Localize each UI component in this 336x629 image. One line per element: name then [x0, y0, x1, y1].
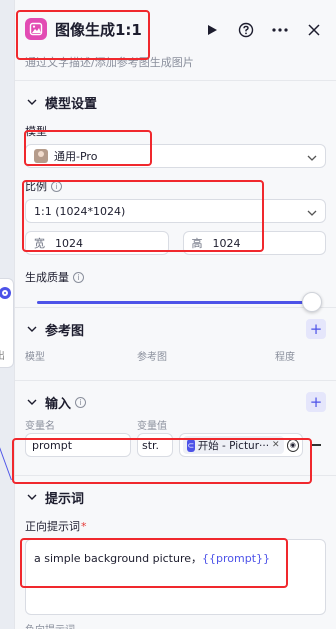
model-settings-header[interactable]: 模型设置: [25, 91, 326, 113]
info-icon[interactable]: i: [73, 271, 84, 283]
ratio-label-row: 比例 i: [25, 178, 326, 194]
section-title: 模型设置: [45, 96, 98, 112]
negative-prompt-label: 负向提示词: [25, 621, 75, 629]
section-title: 提示词: [45, 491, 85, 507]
reference-header[interactable]: 参考图: [25, 318, 326, 340]
page-title[interactable]: 图像生成1:1: [55, 19, 142, 40]
column-header: 变量名: [25, 421, 55, 432]
chevron-down-icon: [307, 151, 317, 164]
add-reference-button[interactable]: +: [306, 319, 326, 339]
canvas-node-fragment[interactable]: 出: [0, 278, 14, 368]
chevron-down-icon[interactable]: [25, 395, 39, 409]
ref-chip[interactable]: ⊂ 开始 - Pictur··· ✕: [183, 436, 284, 454]
info-icon[interactable]: i: [75, 396, 87, 408]
help-icon[interactable]: [236, 20, 256, 40]
width-prefix: 宽: [34, 237, 45, 250]
positive-prompt-label-row: 正向提示词 *: [25, 518, 326, 534]
height-value: 1024: [212, 236, 241, 250]
add-input-button[interactable]: +: [306, 392, 326, 412]
info-icon[interactable]: i: [51, 180, 62, 192]
chevron-down-icon[interactable]: [25, 490, 39, 504]
column-header: 程度: [275, 352, 295, 363]
reference-section: 参考图 + 模型 参考图 程度: [15, 308, 336, 380]
column-header: 参考图: [137, 352, 167, 363]
node-port-ring-icon: [2, 290, 8, 296]
input-columns: 变量名 变量值: [25, 417, 326, 432]
prompt-variable-token: {{prompt}}: [202, 552, 271, 565]
section-title: 参考图: [45, 323, 85, 339]
ratio-select-value: 1:1 (1024*1024): [34, 204, 126, 218]
model-select-value: 通用-Pro: [54, 150, 98, 163]
more-icon[interactable]: [270, 20, 290, 40]
quality-label: 生成质量: [25, 271, 69, 284]
node-description: 通过文字描述/添加参考图生成图片: [25, 56, 194, 69]
column-header: 变量值: [137, 421, 167, 432]
section-title: 输入: [45, 396, 72, 412]
height-input[interactable]: 高 1024: [182, 231, 326, 255]
variable-picker-icon[interactable]: ◉: [286, 438, 299, 452]
chevron-down-icon[interactable]: [25, 322, 39, 336]
prompt-section: 提示词 正向提示词 * a simple background picture，…: [15, 476, 336, 616]
image-gen-icon: [25, 18, 47, 40]
panel-header: 图像生成1:1 通过文字描述/添加参考图生成图片: [15, 0, 336, 80]
input-header[interactable]: 输入 i: [25, 391, 326, 413]
quality-label-row: 生成质量 i: [25, 269, 326, 285]
column-header: 模型: [25, 352, 45, 363]
model-settings-section: 模型设置 模型 通用-Pro 比例 i 1:1 (1024*1024) 宽 10…: [15, 81, 336, 312]
reference-columns: 模型 参考图 程度: [25, 348, 326, 363]
close-icon[interactable]: ✕: [272, 440, 280, 450]
slider-fill: [37, 301, 312, 304]
variable-value-ref[interactable]: ⊂ 开始 - Pictur··· ✕ ◉: [179, 433, 303, 457]
height-prefix: 高: [191, 237, 203, 250]
input-section: 输入 i + 变量名 变量值 prompt str. ⊂ 开始 - Pictur…: [15, 381, 336, 475]
ref-chip-label: 开始 - Pictur···: [197, 439, 270, 452]
start-node-icon: ⊂: [187, 438, 195, 452]
positive-prompt-label: 正向提示词: [25, 520, 80, 533]
remove-row-icon[interactable]: [311, 444, 321, 446]
model-select[interactable]: 通用-Pro: [25, 144, 326, 168]
node-config-panel: 图像生成1:1 通过文字描述/添加参考图生成图片 模型设置 模型 通用-Pro …: [14, 0, 336, 629]
ratio-select[interactable]: 1:1 (1024*1024): [25, 199, 326, 223]
required-mark: *: [81, 519, 87, 533]
variable-type-select[interactable]: str.: [137, 433, 173, 457]
chevron-down-icon[interactable]: [25, 95, 39, 109]
prompt-header[interactable]: 提示词: [25, 486, 326, 508]
model-avatar: [34, 149, 48, 163]
prompt-text: a simple background picture，: [34, 552, 203, 565]
ratio-label: 比例: [25, 180, 47, 193]
width-input[interactable]: 宽 1024: [25, 231, 169, 255]
model-label: 模型: [25, 125, 47, 138]
width-value: 1024: [55, 236, 83, 250]
run-icon[interactable]: [202, 20, 222, 40]
variable-name-input[interactable]: prompt: [25, 433, 131, 457]
close-icon[interactable]: [304, 20, 324, 40]
chevron-down-icon: [307, 206, 317, 219]
input-row: prompt str. ⊂ 开始 - Pictur··· ✕ ◉: [25, 433, 326, 457]
positive-prompt-textarea[interactable]: a simple background picture，{{prompt}}: [25, 539, 326, 615]
canvas-node-text: 出: [0, 347, 5, 362]
